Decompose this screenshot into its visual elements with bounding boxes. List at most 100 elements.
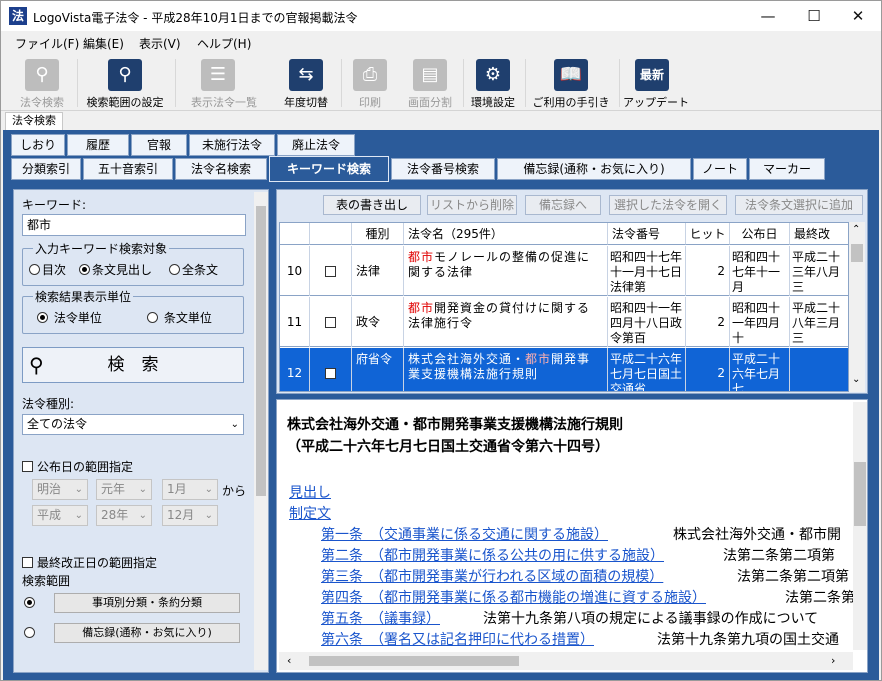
to-year-select[interactable]: 28年 ⌄ bbox=[96, 505, 152, 526]
article-link-2[interactable]: 第二条 （都市開発事業に係る公共の用に供する施設） bbox=[321, 545, 664, 565]
search-range-button[interactable]: ⚲ 検索範囲の設定 bbox=[81, 57, 169, 109]
keyword-input[interactable]: 都市 bbox=[22, 214, 246, 236]
link-heading[interactable]: 見出し bbox=[289, 482, 331, 502]
header-last-amend[interactable]: 最終改 bbox=[790, 223, 848, 245]
left-scrollbar[interactable] bbox=[254, 192, 268, 670]
tab-history[interactable]: 履歴 bbox=[67, 134, 129, 156]
tab-note[interactable]: ノート bbox=[693, 158, 747, 180]
table-row[interactable]: 11 政令 都市開発資金の貸付けに関する法律施行令 昭和四十一年四月十八日政令第… bbox=[280, 297, 848, 347]
split-screen-icon: ▤ bbox=[413, 59, 447, 91]
header-kind[interactable]: 種別 bbox=[352, 223, 404, 245]
header-hits[interactable]: ヒット bbox=[686, 223, 730, 245]
to-month-select[interactable]: 12月 ⌄ bbox=[162, 505, 218, 526]
document-scroll-thumb[interactable] bbox=[854, 462, 866, 526]
radio-scope-category[interactable] bbox=[24, 596, 37, 610]
to-memo-button[interactable]: 備忘録へ bbox=[525, 195, 601, 215]
maximize-button[interactable]: ☐ bbox=[791, 1, 837, 31]
tab-law-name-search[interactable]: 法令名検索 bbox=[175, 158, 267, 180]
menu-edit[interactable]: 編集(E) bbox=[83, 35, 124, 52]
search-button[interactable]: ⚲ 検 索 bbox=[22, 347, 244, 383]
add-to-selection-button[interactable]: 法令条文選択に追加 bbox=[735, 195, 863, 215]
to-era-select[interactable]: 平成 ⌄ bbox=[32, 505, 88, 526]
update-button[interactable]: 最新 アップデート bbox=[623, 57, 689, 109]
document-hscrollbar[interactable]: ‹ › bbox=[279, 652, 853, 670]
scope-category-button[interactable]: 事項別分類・条約分類 bbox=[54, 593, 240, 613]
link-enactment[interactable]: 制定文 bbox=[289, 503, 331, 523]
row-checkbox[interactable] bbox=[310, 297, 352, 347]
left-scroll-thumb[interactable] bbox=[256, 206, 266, 496]
tab-law-number-search[interactable]: 法令番号検索 bbox=[391, 158, 495, 180]
print-button[interactable]: ⎙ 印刷 bbox=[347, 57, 393, 109]
menu-view[interactable]: 表示(V) bbox=[139, 35, 181, 52]
minimize-button[interactable]: — bbox=[745, 1, 791, 31]
scope-memo-button[interactable]: 備忘録(通称・お気に入り) bbox=[54, 623, 240, 643]
radio-law-unit[interactable]: 法令単位 bbox=[37, 309, 102, 326]
article-link-4[interactable]: 第四条 （都市開発事業に係る都市機能の増進に資する施設） bbox=[321, 587, 706, 607]
article-link-5[interactable]: 第五条 （議事録） bbox=[321, 608, 440, 628]
menu-help[interactable]: ヘルプ(H) bbox=[197, 35, 251, 52]
from-era-select[interactable]: 明治 ⌄ bbox=[32, 479, 88, 500]
row-checkbox[interactable] bbox=[310, 348, 352, 391]
header-promul-date[interactable]: 公布日 bbox=[730, 223, 790, 245]
result-scroll-thumb[interactable] bbox=[851, 244, 863, 262]
header-law-name[interactable]: 法令名（295件） bbox=[404, 223, 608, 245]
article-link-1[interactable]: 第一条 （交通事業に係る交通に関する施設） bbox=[321, 524, 608, 544]
article-link-3[interactable]: 第三条 （都市開発事業が行われる区域の面積の規模） bbox=[321, 566, 663, 586]
chevron-down-icon: ⌄ bbox=[74, 510, 83, 521]
menu-file[interactable]: ファイル(F) bbox=[15, 35, 79, 52]
tab-unenforced[interactable]: 未施行法令 bbox=[189, 134, 275, 156]
radio-scope-memo[interactable] bbox=[24, 626, 37, 640]
result-unit-title: 検索結果表示単位 bbox=[33, 288, 134, 305]
scroll-down-icon[interactable]: ⌄ bbox=[852, 374, 860, 385]
radio-article-heading[interactable]: 条文見出し bbox=[79, 261, 152, 278]
row-name-post: モノレールの整備の促進に関する法律 bbox=[408, 250, 591, 279]
section-tab-law-search[interactable]: 法令検索 bbox=[5, 112, 63, 130]
radio-article-unit[interactable]: 条文単位 bbox=[147, 309, 212, 326]
promul-date-check[interactable]: 公布日の範囲指定 bbox=[22, 458, 133, 475]
article-text-6: 法第十九条第九項の国土交通 bbox=[657, 632, 839, 648]
document-scrollbar[interactable] bbox=[853, 402, 867, 650]
table-row-selected[interactable]: 12 府省令 株式会社海外交通・都市開発事業支援機構法施行規則 平成二十六年七月… bbox=[280, 348, 848, 391]
from-month-select[interactable]: 1月 ⌄ bbox=[162, 479, 218, 500]
tab-bookmark[interactable]: しおり bbox=[11, 134, 65, 156]
tab-keyword-search[interactable]: キーワード検索 bbox=[269, 156, 389, 182]
row-name-hit: 都市 bbox=[408, 250, 435, 264]
header-law-number[interactable]: 法令番号 bbox=[608, 223, 686, 245]
tab-category-index[interactable]: 分類索引 bbox=[11, 158, 81, 180]
remove-from-list-button[interactable]: リストから削除 bbox=[427, 195, 517, 215]
article-link-6[interactable]: 第六条 （署名又は記名押印に代わる措置） bbox=[321, 629, 594, 649]
radio-toc[interactable]: 目次 bbox=[29, 261, 66, 278]
scroll-left-icon[interactable]: ‹ bbox=[287, 654, 291, 667]
close-button[interactable]: ✕ bbox=[835, 1, 881, 31]
open-selected-button[interactable]: 選択した法令を開く bbox=[609, 195, 727, 215]
row-checkbox[interactable] bbox=[310, 246, 352, 296]
from-year-select[interactable]: 元年 ⌄ bbox=[96, 479, 152, 500]
display-list-button[interactable]: ☰ 表示法令一覧 bbox=[179, 57, 269, 109]
year-switch-button[interactable]: ⇆ 年度切替 bbox=[277, 57, 335, 109]
amend-date-check[interactable]: 最終改正日の範囲指定 bbox=[22, 554, 157, 571]
tab-abolished[interactable]: 廃止法令 bbox=[277, 134, 355, 156]
split-screen-button[interactable]: ▤ 画面分割 bbox=[401, 57, 459, 109]
document-hscroll-thumb[interactable] bbox=[309, 656, 519, 666]
law-type-select[interactable]: 全ての法令 ⌄ bbox=[22, 414, 244, 435]
radio-all-articles[interactable]: 全条文 bbox=[169, 261, 218, 278]
year-switch-label: 年度切替 bbox=[284, 96, 328, 109]
tab-memo[interactable]: 備忘録(通称・お気に入り) bbox=[497, 158, 691, 180]
print-label: 印刷 bbox=[359, 96, 381, 109]
row-name-hit: 都市 bbox=[408, 301, 435, 315]
scroll-up-icon[interactable]: ⌃ bbox=[852, 224, 860, 235]
article-text-4: 法第二条第 bbox=[785, 590, 855, 606]
search-law-button[interactable]: ⚲ 法令検索 bbox=[13, 57, 71, 109]
tab-gazette[interactable]: 官報 bbox=[131, 134, 187, 156]
table-row[interactable]: 10 法律 都市モノレールの整備の促進に関する法律 昭和四十七年十一月十七日法律… bbox=[280, 246, 848, 296]
settings-button[interactable]: ⚙ 環境設定 bbox=[467, 57, 519, 109]
header-check bbox=[310, 223, 352, 245]
radio-toc-label: 目次 bbox=[42, 263, 67, 277]
tab-kana-index[interactable]: 五十音索引 bbox=[83, 158, 173, 180]
result-scrollbar[interactable]: ⌃ ⌄ bbox=[849, 222, 865, 392]
scroll-right-icon[interactable]: › bbox=[831, 654, 835, 667]
tab-marker[interactable]: マーカー bbox=[749, 158, 825, 180]
printer-icon: ⎙ bbox=[353, 59, 387, 91]
user-guide-button[interactable]: 📖 ご利用の手引き bbox=[529, 57, 613, 109]
export-table-button[interactable]: 表の書き出し bbox=[323, 195, 421, 215]
